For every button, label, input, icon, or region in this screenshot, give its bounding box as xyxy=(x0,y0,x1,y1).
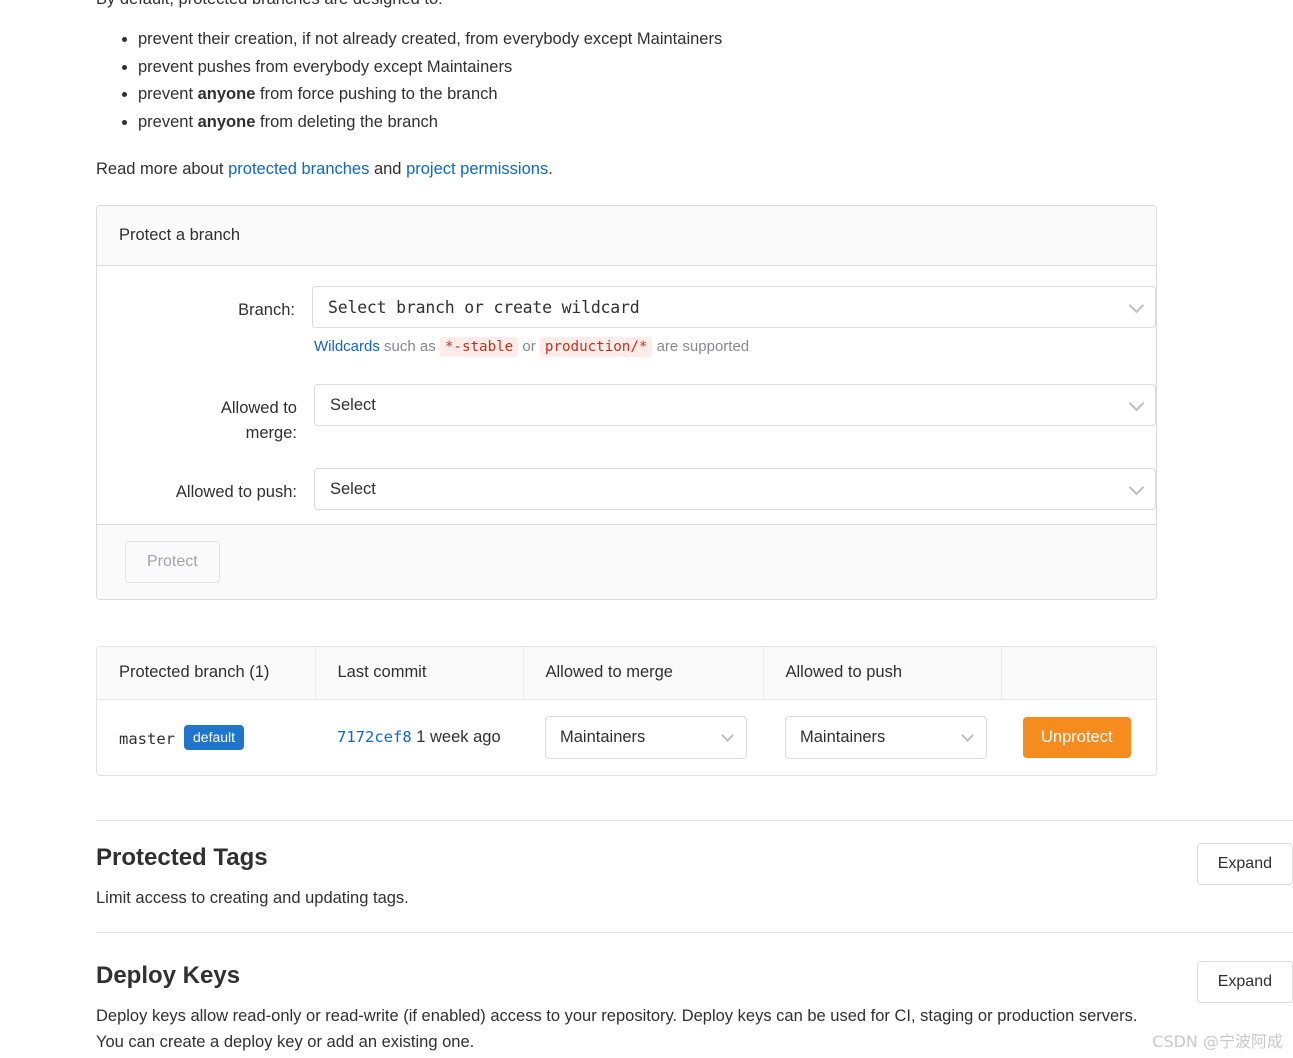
cell-branch-name: master default xyxy=(97,699,315,775)
section-divider xyxy=(96,820,1293,821)
read-more-suffix: . xyxy=(548,160,553,178)
bullet-text-post: from force pushing to the branch xyxy=(255,85,498,103)
table-row: master default 7172cef8 1 week ago Mainta… xyxy=(97,699,1156,775)
bullet-text-bold: anyone xyxy=(197,112,256,131)
allowed-to-push-label: Allowed to push: xyxy=(175,483,297,501)
link-project-permissions[interactable]: project permissions xyxy=(406,160,548,178)
chevron-down-icon xyxy=(961,729,974,743)
column-header-last-commit: Last commit xyxy=(315,647,524,700)
allowed-to-merge-value: Select xyxy=(330,395,376,414)
intro-lead: By default, protected branches are desig… xyxy=(96,0,1196,12)
expand-deploy-keys-button[interactable]: Expand xyxy=(1196,961,1293,1003)
deploy-keys-section: Deploy Keys Deploy keys allow read-only … xyxy=(96,961,1293,1055)
row-allowed-to-merge-select[interactable]: Maintainers xyxy=(545,715,747,759)
allowed-to-merge-control-wrap: Select xyxy=(314,384,1156,426)
cell-allowed-to-push: Maintainers xyxy=(763,699,1001,775)
allowed-to-merge-form-row: Allowed to merge: Select xyxy=(97,384,1156,446)
read-more-prefix: Read more about xyxy=(96,160,229,178)
row-allowed-to-push-value: Maintainers xyxy=(800,727,886,746)
commit-sha-link[interactable]: 7172cef8 xyxy=(337,728,412,746)
deploy-keys-description: Deploy keys allow read-only or read-writ… xyxy=(96,1007,1138,1051)
allowed-to-push-control-wrap: Select xyxy=(314,468,1156,510)
bullet-text-post: from deleting the branch xyxy=(255,112,438,131)
chevron-down-icon xyxy=(1128,297,1145,314)
column-header-actions xyxy=(1001,647,1156,700)
section-divider xyxy=(96,932,1293,933)
hint-middle: or xyxy=(518,338,540,355)
allowed-to-push-form-row: Allowed to push: Select xyxy=(97,468,1156,510)
allowed-to-push-select[interactable]: Select xyxy=(314,468,1156,510)
list-item: prevent anyone from force pushing to the… xyxy=(138,81,1196,108)
expand-protected-tags-button[interactable]: Expand xyxy=(1196,843,1293,885)
wildcard-hint: Wildcards such as *-stable or production… xyxy=(312,336,1156,358)
cell-actions: Unprotect xyxy=(1001,699,1156,775)
cell-last-commit: 7172cef8 1 week ago xyxy=(315,699,523,775)
branch-form-row: Branch: Select branch or create wildcard… xyxy=(97,286,1156,358)
protected-tags-section: Protected Tags Limit access to creating … xyxy=(96,843,1293,911)
bullet-text-pre: prevent their creation, if not already c… xyxy=(138,30,723,48)
page-title: Protected Tags xyxy=(96,844,268,871)
branch-label: Branch: xyxy=(238,301,295,319)
bullet-text-pre: prevent pushes from everybody except Mai… xyxy=(138,57,513,76)
wildcard-example-2: production/* xyxy=(539,337,653,357)
row-allowed-to-push-select[interactable]: Maintainers xyxy=(785,715,987,759)
card-title: Protect a branch xyxy=(119,226,241,244)
column-header-protected-branch: Protected branch (1) xyxy=(97,647,316,700)
list-item: prevent anyone from deleting the branch xyxy=(138,109,1196,136)
branch-name: master xyxy=(119,729,175,748)
watermark: CSDN @宁波阿成 xyxy=(1152,1032,1283,1051)
link-protected-branches[interactable]: protected branches xyxy=(228,160,369,178)
wildcard-example-1: *-stable xyxy=(439,337,519,357)
read-more-middle: and xyxy=(369,160,407,178)
allowed-to-push-value: Select xyxy=(330,479,376,498)
chevron-down-icon xyxy=(1128,479,1145,496)
link-wildcards[interactable]: Wildcards xyxy=(314,338,380,355)
table-head: Protected branch (1) Last commit Allowed… xyxy=(97,647,1156,700)
protected-branches-table-card: Protected branch (1) Last commit Allowed… xyxy=(96,646,1157,776)
bullet-text-pre: prevent xyxy=(138,85,198,103)
hint-suffix: are supported xyxy=(652,338,750,355)
protect-a-branch-card: Protect a branch Branch: Select branch o… xyxy=(96,205,1157,600)
protected-tags-description: Limit access to creating and updating ta… xyxy=(96,889,409,907)
read-more-line: Read more about protected branches and p… xyxy=(96,156,1196,182)
chevron-down-icon xyxy=(721,729,734,743)
page-root: By default, protected branches are desig… xyxy=(0,0,1293,1058)
protect-button[interactable]: Protect xyxy=(125,541,220,583)
protected-branch-behavior-list: prevent their creation, if not already c… xyxy=(96,26,1196,135)
allowed-to-merge-select[interactable]: Select xyxy=(314,384,1156,426)
status-badge: default xyxy=(184,724,245,750)
intro-block: By default, protected branches are desig… xyxy=(96,0,1196,182)
protect-a-branch-footer: Protect xyxy=(97,524,1156,599)
column-header-allowed-to-merge: Allowed to merge xyxy=(523,647,764,700)
list-item: prevent their creation, if not already c… xyxy=(138,26,1196,53)
column-header-allowed-to-push: Allowed to push xyxy=(763,647,1002,700)
list-item: prevent pushes from everybody except Mai… xyxy=(138,54,1196,81)
page-title: Deploy Keys xyxy=(96,962,241,989)
table-body: master default 7172cef8 1 week ago Mainta… xyxy=(97,699,1156,775)
allowed-to-merge-label: Allowed to merge: xyxy=(220,399,297,442)
chevron-down-icon xyxy=(1128,395,1145,412)
branch-select[interactable]: Select branch or create wildcard xyxy=(312,286,1156,328)
hint-prefix: such as xyxy=(379,338,440,355)
row-allowed-to-merge-value: Maintainers xyxy=(560,727,646,746)
unprotect-button[interactable]: Unprotect xyxy=(1023,716,1131,758)
protect-a-branch-form: Branch: Select branch or create wildcard… xyxy=(97,266,1156,524)
branch-control-wrap: Select branch or create wildcard Wildcar… xyxy=(312,286,1156,358)
protected-branches-table: Protected branch (1) Last commit Allowed… xyxy=(97,647,1156,775)
table-header-row: Protected branch (1) Last commit Allowed… xyxy=(97,647,1156,700)
branch-select-value: Select branch or create wildcard xyxy=(328,297,640,317)
commit-relative-time: 1 week ago xyxy=(416,728,501,747)
protect-a-branch-header: Protect a branch xyxy=(97,206,1156,266)
bullet-text-bold: anyone xyxy=(197,85,256,103)
cell-allowed-to-merge: Maintainers xyxy=(523,699,763,775)
bullet-text-pre: prevent xyxy=(138,112,198,131)
